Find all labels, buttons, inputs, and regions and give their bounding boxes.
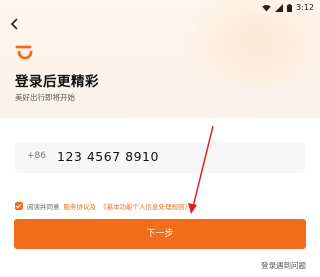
service-agreement-link[interactable]: 服务协议及 <box>64 201 97 211</box>
app-logo-icon <box>15 45 33 60</box>
status-bar: 3:12 <box>0 0 320 16</box>
back-arrow-icon[interactable] <box>10 18 20 30</box>
login-help-link[interactable]: 登录遇到问题 <box>261 260 306 271</box>
signal-icon <box>275 3 284 12</box>
next-button[interactable]: 下一步 <box>14 219 306 249</box>
checkbox-checked-icon[interactable] <box>15 202 23 210</box>
country-code[interactable]: +86 <box>27 151 46 161</box>
page-subtitle: 美好出行即将开始 <box>15 93 75 102</box>
agreement-prefix: 阅读并同意 <box>27 203 60 211</box>
status-icons: 3:12 <box>262 3 314 12</box>
phone-input-row[interactable]: +86 123 4567 8910 <box>15 143 305 173</box>
privacy-rules-link[interactable]: 《基本功能个人信息处理规则》 <box>100 201 191 211</box>
status-time: 3:12 <box>296 3 314 12</box>
page-title: 登录后更精彩 <box>15 74 99 90</box>
login-card <box>0 118 320 277</box>
battery-icon <box>287 3 293 12</box>
wifi-icon <box>262 4 271 11</box>
phone-number-input[interactable]: 123 4567 8910 <box>57 149 159 164</box>
agreement-row: 阅读并同意 服务协议及 《基本功能个人信息处理规则》 <box>15 201 191 211</box>
